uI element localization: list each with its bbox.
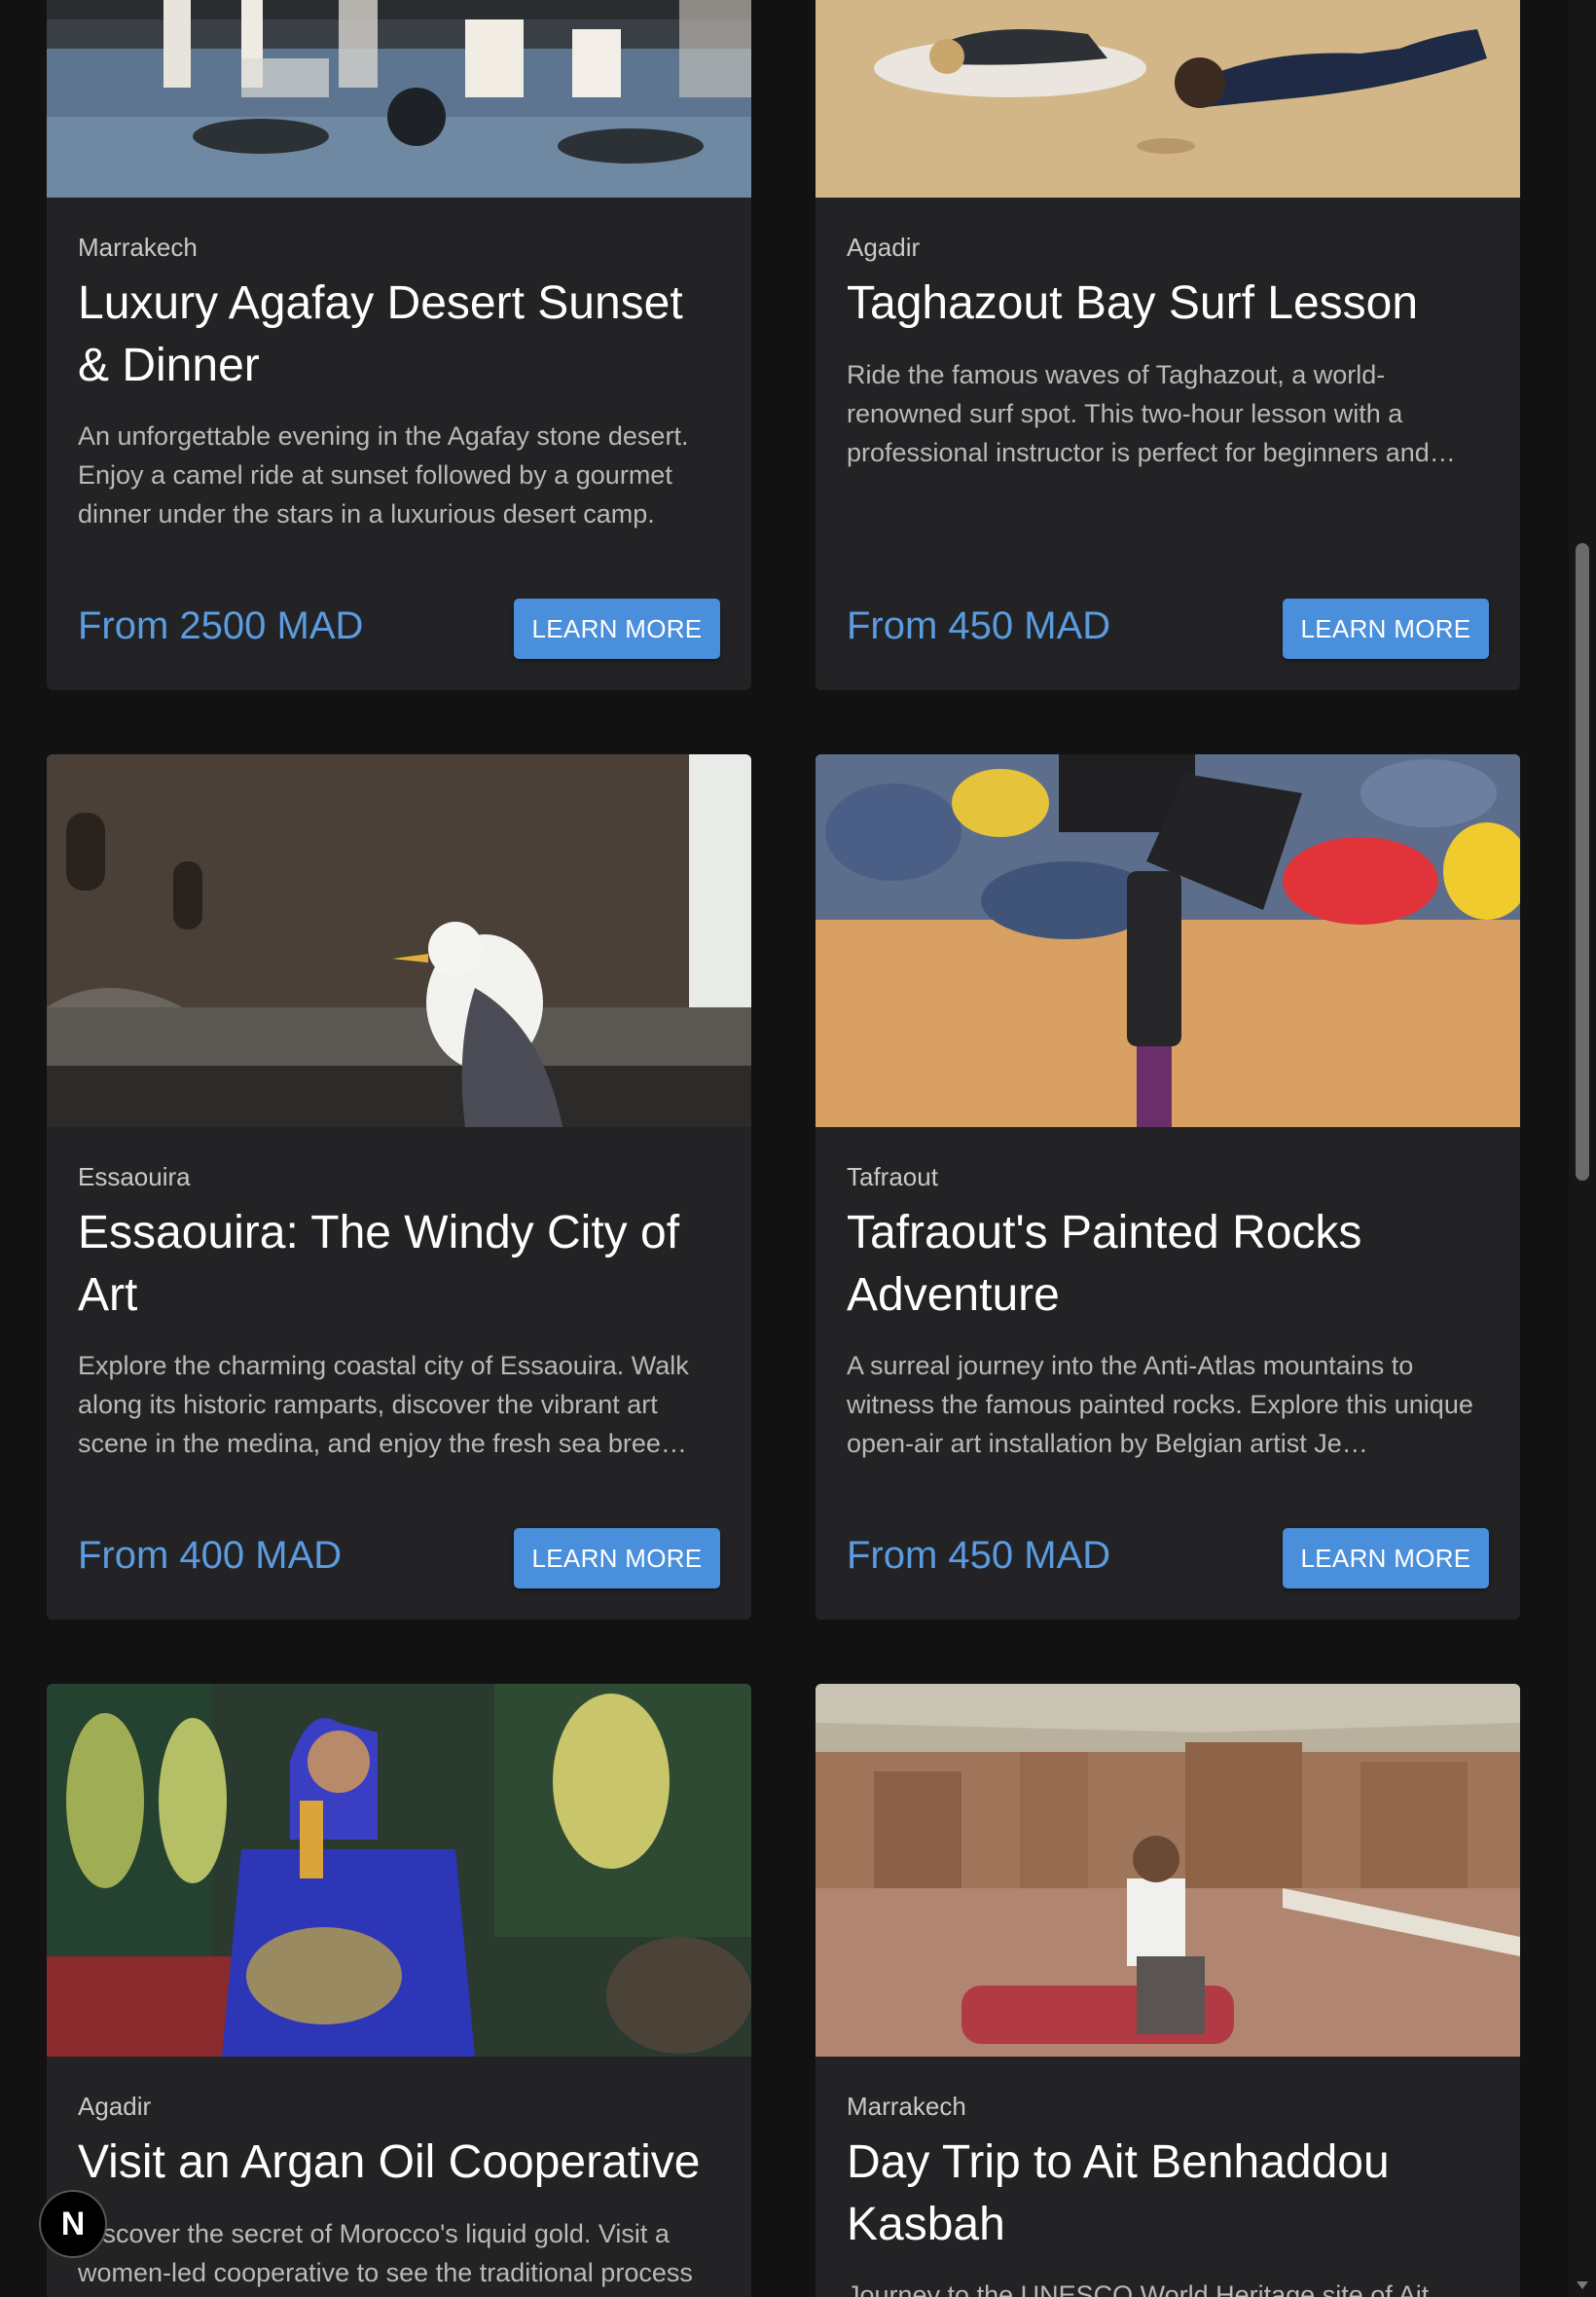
card-title: Essaouira: The Windy City of Art bbox=[78, 1207, 680, 1321]
card-title: Day Trip to Ait Benhaddou Kasbah bbox=[847, 2136, 1390, 2250]
card-price: From 2500 MAD bbox=[78, 604, 364, 647]
card-title: Visit an Argan Oil Cooperative bbox=[78, 2136, 701, 2188]
tour-card: Tafraout Tafraout's Painted Rocks Advent… bbox=[816, 754, 1520, 1620]
camera-gimbal-painted-rocks-image bbox=[816, 754, 1520, 1127]
card-description: Explore the charming coastal city of Ess… bbox=[78, 1351, 689, 1458]
card-price: From 450 MAD bbox=[847, 604, 1111, 647]
card-description: An unforgettable evening in the Agafay s… bbox=[78, 421, 689, 529]
tour-card: Marrakech Day Trip to Ait Benhaddou Kasb… bbox=[816, 1684, 1520, 2297]
card-description: Discover the secret of Morocco's liquid … bbox=[78, 2219, 693, 2287]
card-price: From 400 MAD bbox=[78, 1534, 343, 1577]
n-logo-icon: N bbox=[60, 2205, 86, 2242]
kasbah-rooftop-man-image bbox=[816, 1684, 1520, 2057]
tour-card: Agadir Visit an Argan Oil Cooperative Di… bbox=[47, 1684, 751, 2297]
card-title: Luxury Agafay Desert Sunset & Dinner bbox=[78, 277, 683, 391]
card-location: Marrakech bbox=[847, 2092, 966, 2121]
scrollbar-thumb[interactable] bbox=[1576, 543, 1589, 1181]
card-location: Agadir bbox=[78, 2092, 152, 2121]
seagull-ramparts-image bbox=[47, 754, 751, 1127]
learn-more-button[interactable]: LEARN MORE bbox=[514, 599, 720, 659]
learn-more-button[interactable]: LEARN MORE bbox=[514, 1528, 720, 1588]
tour-card: Essaouira Essaouira: The Windy City of A… bbox=[47, 754, 751, 1620]
tour-card: Marrakech Luxury Agafay Desert Sunset & … bbox=[47, 0, 751, 690]
scrollbar[interactable] bbox=[1569, 0, 1596, 2297]
card-price: From 450 MAD bbox=[847, 1534, 1111, 1577]
learn-more-button[interactable]: LEARN MORE bbox=[1283, 1528, 1489, 1588]
nextjs-dev-badge[interactable]: N bbox=[39, 2190, 107, 2258]
card-location: Marrakech bbox=[78, 233, 198, 262]
card-location: Tafraout bbox=[847, 1162, 938, 1191]
desert-dinner-table-image bbox=[47, 0, 751, 198]
learn-more-button[interactable]: LEARN MORE bbox=[1283, 599, 1489, 659]
card-description: Ride the famous waves of Taghazout, a wo… bbox=[847, 360, 1456, 467]
card-description: A surreal journey into the Anti-Atlas mo… bbox=[847, 1351, 1473, 1458]
card-location: Agadir bbox=[847, 233, 921, 262]
card-title: Taghazout Bay Surf Lesson bbox=[847, 277, 1419, 329]
surf-lesson-beach-image bbox=[816, 0, 1520, 198]
scroll-down-arrow-icon[interactable] bbox=[1577, 2281, 1588, 2289]
card-description: Journey to the UNESCO World Heritage sit… bbox=[847, 2280, 1430, 2297]
argan-oil-woman-image bbox=[47, 1684, 751, 2057]
page: Marrakech Luxury Agafay Desert Sunset & … bbox=[0, 0, 1596, 2297]
card-title: Tafraout's Painted Rocks Adventure bbox=[847, 1207, 1362, 1321]
card-location: Essaouira bbox=[78, 1162, 191, 1191]
tour-card: Agadir Taghazout Bay Surf Lesson Ride th… bbox=[816, 0, 1520, 690]
